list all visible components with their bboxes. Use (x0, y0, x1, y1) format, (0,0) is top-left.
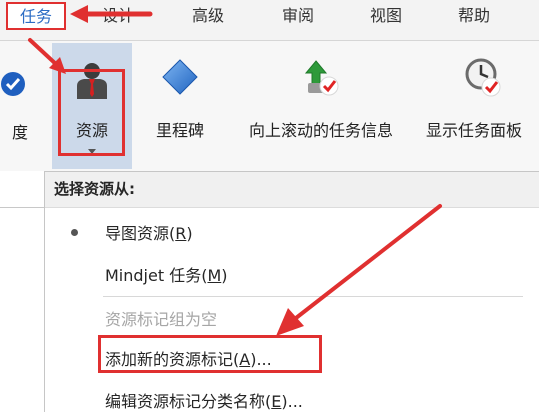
menu-item-suffix: )... (250, 350, 272, 369)
menu-item-edit-marker-category[interactable]: 编辑资源标记分类名称(E)... (105, 388, 303, 412)
resource-person-icon (77, 63, 107, 99)
divider (0, 207, 44, 208)
scroll-to-task-label: 向上滚动的任务信息 (248, 121, 393, 140)
menu-item-label: Mindjet 任务( (105, 266, 208, 285)
menu-item-label: 编辑资源标记分类名称( (105, 392, 272, 411)
menu-item-mindjet-tasks[interactable]: Mindjet 任务(M) (105, 262, 228, 286)
resource-dropdown-menu: 选择资源从: 导图资源(R) Mindjet 任务(M) 资源标记组为空 添加新… (44, 171, 539, 412)
selected-bullet-icon (71, 229, 78, 236)
tab-help[interactable]: 帮助 (458, 0, 490, 34)
milestone-button[interactable]: 里程碑 (140, 43, 220, 169)
menu-item-accelerator: R (175, 224, 187, 243)
menu-item-empty-group: 资源标记组为空 (105, 310, 218, 329)
tab-task[interactable]: 任务 (6, 2, 66, 30)
tab-review[interactable]: 审阅 (282, 0, 314, 34)
ribbon-panel: 度 资源 里程碑 向上滚动的任务信息 显示任务面板 (0, 41, 539, 171)
progress-button-label: 度 (11, 123, 28, 142)
tab-view[interactable]: 视图 (370, 0, 402, 34)
show-task-panel-label: 显示任务面板 (426, 121, 523, 140)
progress-button-partial[interactable]: 度 (0, 41, 30, 167)
dropdown-header: 选择资源从: (45, 172, 539, 208)
scroll-up-check-icon (304, 60, 339, 96)
menu-item-accelerator: M (207, 266, 222, 285)
menu-item-accelerator: E (271, 392, 282, 411)
check-circle-icon (1, 72, 25, 96)
menu-item-map-resources[interactable]: 导图资源(R) (105, 220, 193, 244)
milestone-diamond-icon (162, 59, 198, 95)
menu-item-suffix: ) (186, 224, 193, 243)
dropdown-arrow-icon (88, 149, 96, 154)
menu-item-add-resource-marker[interactable]: 添加新的资源标记(A)... (105, 346, 272, 370)
tab-advanced[interactable]: 高级 (192, 0, 224, 34)
tab-design[interactable]: 设计 (102, 0, 134, 34)
clock-check-icon (465, 58, 501, 97)
show-task-panel-button[interactable]: 显示任务面板 (426, 43, 539, 169)
menu-item-label: 导图资源( (105, 224, 176, 243)
menu-separator (103, 296, 523, 297)
ribbon-tab-bar: 任务 设计 高级 审阅 视图 帮助 (0, 0, 539, 41)
menu-item-suffix: )... (281, 392, 303, 411)
scroll-to-task-button[interactable]: 向上滚动的任务信息 (226, 43, 416, 169)
resource-button[interactable]: 资源 (52, 43, 132, 169)
menu-item-accelerator: A (239, 350, 251, 369)
left-workspace (0, 171, 44, 406)
menu-item-suffix: ) (221, 266, 228, 285)
resource-button-label: 资源 (75, 121, 108, 140)
menu-item-label: 添加新的资源标记( (105, 350, 240, 369)
milestone-button-label: 里程碑 (155, 121, 204, 140)
